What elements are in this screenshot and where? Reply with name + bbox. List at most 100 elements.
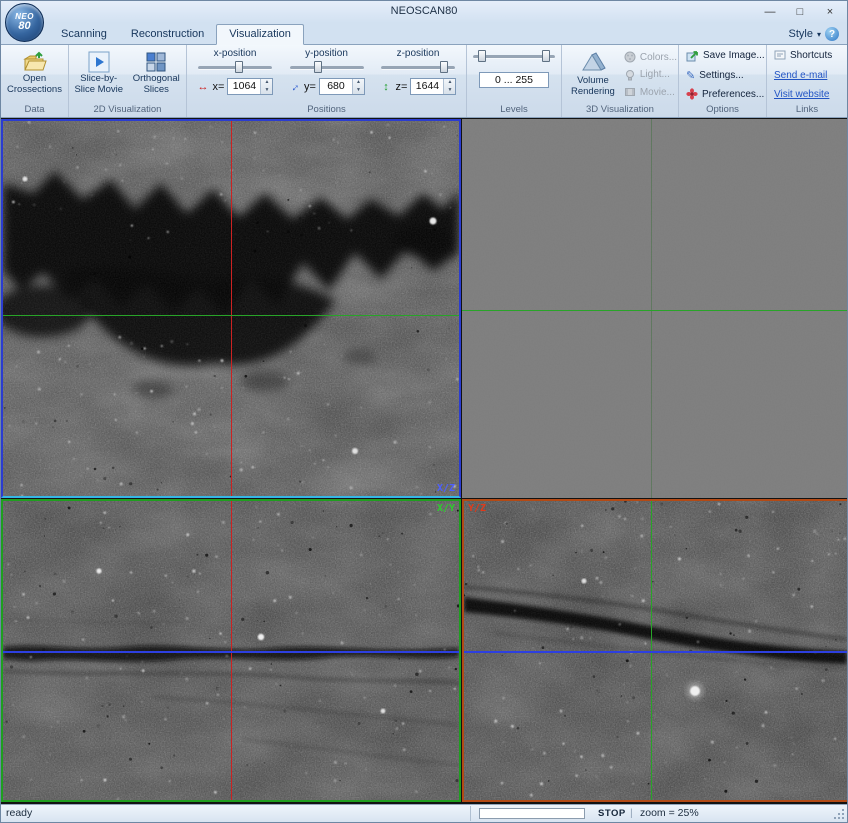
x-position-value[interactable]: 1064 xyxy=(228,79,260,94)
settings-button[interactable]: ✎ Settings... xyxy=(686,69,744,82)
status-separator xyxy=(470,806,471,821)
x-position-slider[interactable] xyxy=(198,61,272,74)
x-position-input[interactable]: 1064 ▲▼ xyxy=(227,78,273,95)
volume-rendering-button[interactable]: Volume Rendering xyxy=(568,47,618,102)
slice-by-slice-movie-button[interactable]: Slice-by-Slice Movie xyxy=(71,47,127,102)
xz-viewport-label: X/Z xyxy=(437,483,455,494)
volume-rendering-icon xyxy=(580,51,606,75)
status-bar: ready STOP | zoom = 25% xyxy=(1,804,847,822)
preferences-button[interactable]: Preferences... xyxy=(686,88,764,100)
open-crossections-label: Open Crossections xyxy=(6,74,63,95)
group-title-levels: Levels xyxy=(467,104,561,117)
z-position-header: z-position xyxy=(397,48,440,59)
x-position-spinner: ▲▼ xyxy=(260,79,272,94)
help-icon[interactable]: ? xyxy=(825,27,839,41)
z-position-value[interactable]: 1644 xyxy=(411,79,443,94)
z-position-column: z-position ↕ z= 1644 ▲▼ xyxy=(374,46,462,103)
z-equals-label: z= xyxy=(396,81,408,93)
preferences-icon xyxy=(686,88,698,100)
viewport-area: X/Z xyxy=(1,118,847,804)
movie-button-disabled[interactable]: Movie... xyxy=(624,86,677,98)
orthogonal-slices-icon xyxy=(144,51,168,73)
panel-green-horizontal-line[interactable] xyxy=(462,310,847,311)
y-position-header: y-position xyxy=(305,48,348,59)
tab-reconstruction[interactable]: Reconstruction xyxy=(119,25,216,44)
yz-y-position-line[interactable] xyxy=(464,651,847,653)
group-3d-visualization: Volume Rendering Colors... xyxy=(562,45,679,117)
app-logo: NEO 80 xyxy=(5,3,44,42)
volume-rendering-label: Volume Rendering xyxy=(571,76,615,97)
colors-button-disabled[interactable]: Colors... xyxy=(624,51,677,63)
y-position-value[interactable]: 680 xyxy=(320,79,352,94)
spinner-up-icon[interactable]: ▲ xyxy=(261,79,272,87)
save-image-label: Save Image... xyxy=(703,50,765,61)
empty-render-panel[interactable] xyxy=(462,119,847,498)
settings-pen-icon: ✎ xyxy=(686,69,695,82)
spinner-down-icon[interactable]: ▼ xyxy=(353,87,364,95)
maximize-button[interactable]: □ xyxy=(785,1,815,23)
group-title-data: Data xyxy=(1,104,68,117)
spinner-up-icon[interactable]: ▲ xyxy=(353,79,364,87)
y-position-input[interactable]: 680 ▲▼ xyxy=(319,78,365,95)
y-equals-label: y= xyxy=(304,81,316,93)
z-position-input[interactable]: 1644 ▲▼ xyxy=(410,78,456,95)
group-options: Save Image... ✎ Settings... Preferences.… xyxy=(679,45,767,117)
levels-low-thumb[interactable] xyxy=(478,50,486,62)
save-image-button[interactable]: Save Image... xyxy=(686,49,765,62)
light-button-disabled[interactable]: Light... xyxy=(624,69,677,81)
y-position-slider-track[interactable] xyxy=(290,66,364,70)
light-icon xyxy=(624,69,636,81)
spinner-up-icon[interactable]: ▲ xyxy=(444,79,455,87)
y-position-spinner: ▲▼ xyxy=(352,79,364,94)
z-position-slider[interactable] xyxy=(381,61,455,74)
group-title-2d-visualization: 2D Visualization xyxy=(69,104,186,117)
spinner-down-icon[interactable]: ▼ xyxy=(261,87,272,95)
ribbon-tab-bar: Scanning Reconstruction Visualization xyxy=(1,23,847,45)
send-email-link[interactable]: Send e-mail xyxy=(774,70,827,81)
z-position-slider-thumb[interactable] xyxy=(440,61,448,73)
orthogonal-slices-label: Orthogonal Slices xyxy=(132,74,182,95)
shortcuts-icon xyxy=(774,49,786,61)
x-position-slider-thumb[interactable] xyxy=(235,61,243,73)
open-folder-icon xyxy=(22,51,48,73)
minimize-button[interactable]: — xyxy=(755,1,785,23)
levels-slider[interactable] xyxy=(473,50,555,63)
xz-z-position-line[interactable] xyxy=(3,315,459,316)
panel-faint-vertical-line xyxy=(651,119,652,498)
preferences-label: Preferences... xyxy=(702,89,764,100)
y-position-slider[interactable] xyxy=(290,61,364,74)
title-bar[interactable]: NEOSCAN80 — □ × xyxy=(1,1,847,23)
save-image-icon xyxy=(686,49,699,62)
settings-label: Settings... xyxy=(699,70,743,81)
shortcuts-button[interactable]: Shortcuts xyxy=(774,49,832,61)
close-button[interactable]: × xyxy=(815,1,845,23)
visit-website-label[interactable]: Visit website xyxy=(774,89,829,100)
style-menu[interactable]: Style xyxy=(789,28,813,40)
tab-visualization[interactable]: Visualization xyxy=(216,24,304,45)
spinner-down-icon[interactable]: ▼ xyxy=(444,87,455,95)
xz-slice-viewport[interactable]: X/Z xyxy=(1,119,461,498)
window-title: NEOSCAN80 xyxy=(1,5,847,17)
send-email-label[interactable]: Send e-mail xyxy=(774,70,827,81)
stop-button[interactable]: STOP xyxy=(598,808,626,819)
xz-x-position-line[interactable] xyxy=(231,121,232,496)
orthogonal-slices-button[interactable]: Orthogonal Slices xyxy=(129,47,185,102)
levels-range-field[interactable]: 0 ... 255 xyxy=(479,72,549,88)
xy-slice-viewport[interactable]: X/Y xyxy=(1,499,461,802)
resize-grip[interactable] xyxy=(834,809,846,821)
group-positions: x-position ↔ x= 1064 ▲▼ xyxy=(187,45,467,117)
levels-high-thumb[interactable] xyxy=(542,50,550,62)
open-crossections-button[interactable]: Open Crossections xyxy=(3,47,66,102)
group-title-links: Links xyxy=(767,104,847,117)
visit-website-link[interactable]: Visit website xyxy=(774,89,829,100)
chevron-down-icon[interactable]: ▾ xyxy=(817,30,821,39)
y-position-slider-thumb[interactable] xyxy=(314,61,322,73)
x-axis-icon: ↔ xyxy=(197,81,210,93)
z-position-spinner: ▲▼ xyxy=(443,79,455,94)
yz-slice-viewport[interactable]: Y/Z xyxy=(462,499,847,802)
xy-y-position-line[interactable] xyxy=(3,651,459,653)
xy-viewport-label: X/Y xyxy=(437,503,455,514)
tab-scanning[interactable]: Scanning xyxy=(49,25,119,44)
group-title-3d-visualization: 3D Visualization xyxy=(562,104,678,117)
style-picker: Style ▾ ? xyxy=(789,27,839,41)
